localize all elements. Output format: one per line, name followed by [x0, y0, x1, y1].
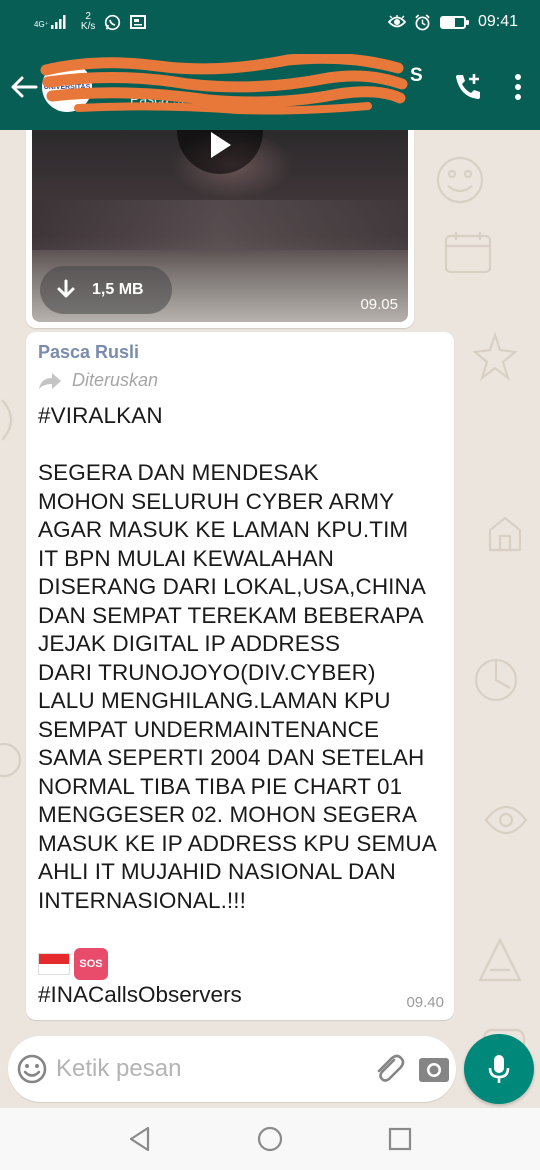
microphone-icon — [488, 1055, 510, 1083]
video-file-size: 1,5 MB — [92, 281, 144, 298]
eye-icon — [387, 13, 406, 31]
avatar-logo-text: UNIVERSITAS — [43, 83, 91, 91]
video-thumbnail[interactable]: 1,5 MB 09.05 — [32, 130, 408, 322]
nav-recents-button[interactable] — [380, 1119, 420, 1159]
download-icon — [57, 279, 75, 298]
status-right: 09:41 — [387, 13, 518, 31]
whatsapp-icon — [103, 13, 121, 31]
more-options-button[interactable] — [496, 57, 540, 117]
chat-title: S — [410, 65, 423, 86]
message-timestamp: 09.40 — [406, 994, 444, 1011]
network-indicator: 4G⁺ — [34, 15, 67, 29]
circle-home-icon — [257, 1126, 283, 1152]
arrow-back-icon — [11, 76, 38, 98]
text-message[interactable]: Pasca Rusli Diteruskan #VIRALKAN SEGERA … — [26, 332, 454, 1020]
sos-label: SOS — [79, 958, 103, 970]
status-time: 09:41 — [477, 13, 518, 30]
sos-icon: SOS — [74, 948, 108, 980]
network-type: 4G⁺ — [34, 20, 49, 29]
attach-button[interactable] — [366, 1036, 411, 1102]
network-speed-unit: K/s — [80, 21, 96, 32]
nav-back-button[interactable] — [120, 1119, 160, 1159]
gallery-icon — [129, 13, 147, 31]
more-vertical-icon — [515, 74, 521, 100]
chat-info[interactable]: S Pasca ... — [92, 57, 440, 117]
message-composer — [8, 1036, 456, 1102]
emoji-icon — [17, 1054, 47, 1084]
video-timestamp: 09.05 — [360, 296, 398, 313]
chat-subtitle: Pasca ... — [130, 91, 185, 107]
triangle-back-icon — [129, 1126, 150, 1152]
forward-icon — [39, 372, 61, 389]
voice-record-button[interactable] — [464, 1034, 534, 1104]
back-button[interactable] — [0, 57, 48, 117]
avatar[interactable]: UNIVERSITAS — [42, 62, 92, 112]
forwarded-indicator: Diteruskan — [38, 370, 158, 391]
video-message[interactable]: 1,5 MB 09.05 — [26, 130, 414, 328]
square-recents-icon — [388, 1127, 412, 1151]
chat-header: UNIVERSITAS S Pasca ... — [0, 44, 540, 130]
camera-button[interactable] — [411, 1036, 456, 1102]
play-icon — [211, 132, 231, 158]
signal-icon — [50, 15, 66, 29]
camera-icon — [418, 1058, 449, 1082]
status-bar: 4G⁺ 2 K/s 09:41 — [0, 0, 540, 44]
forwarded-label: Diteruskan — [72, 370, 159, 390]
network-speed: 2 K/s — [81, 12, 95, 32]
alarm-icon — [414, 13, 432, 31]
battery-fill — [441, 17, 456, 27]
message-body: #VIRALKAN SEGERA DAN MENDESAK MOHON SELU… — [38, 403, 437, 913]
nav-home-button[interactable] — [250, 1119, 290, 1159]
download-button[interactable]: 1,5 MB — [40, 266, 172, 314]
paperclip-icon — [377, 1054, 404, 1082]
status-left: 4G⁺ 2 K/s — [34, 12, 147, 32]
message-hashtag[interactable]: #INACallsObservers — [38, 982, 242, 1008]
voice-call-button[interactable] — [440, 57, 496, 117]
message-input[interactable] — [56, 1055, 366, 1083]
emoji-row: SOS — [38, 948, 108, 980]
add-call-icon — [456, 74, 480, 99]
system-nav-bar — [0, 1108, 540, 1170]
indonesia-flag-icon — [38, 953, 70, 975]
battery-icon — [439, 15, 469, 29]
emoji-button[interactable] — [8, 1036, 56, 1102]
sender-name[interactable]: Pasca Rusli — [38, 342, 139, 363]
